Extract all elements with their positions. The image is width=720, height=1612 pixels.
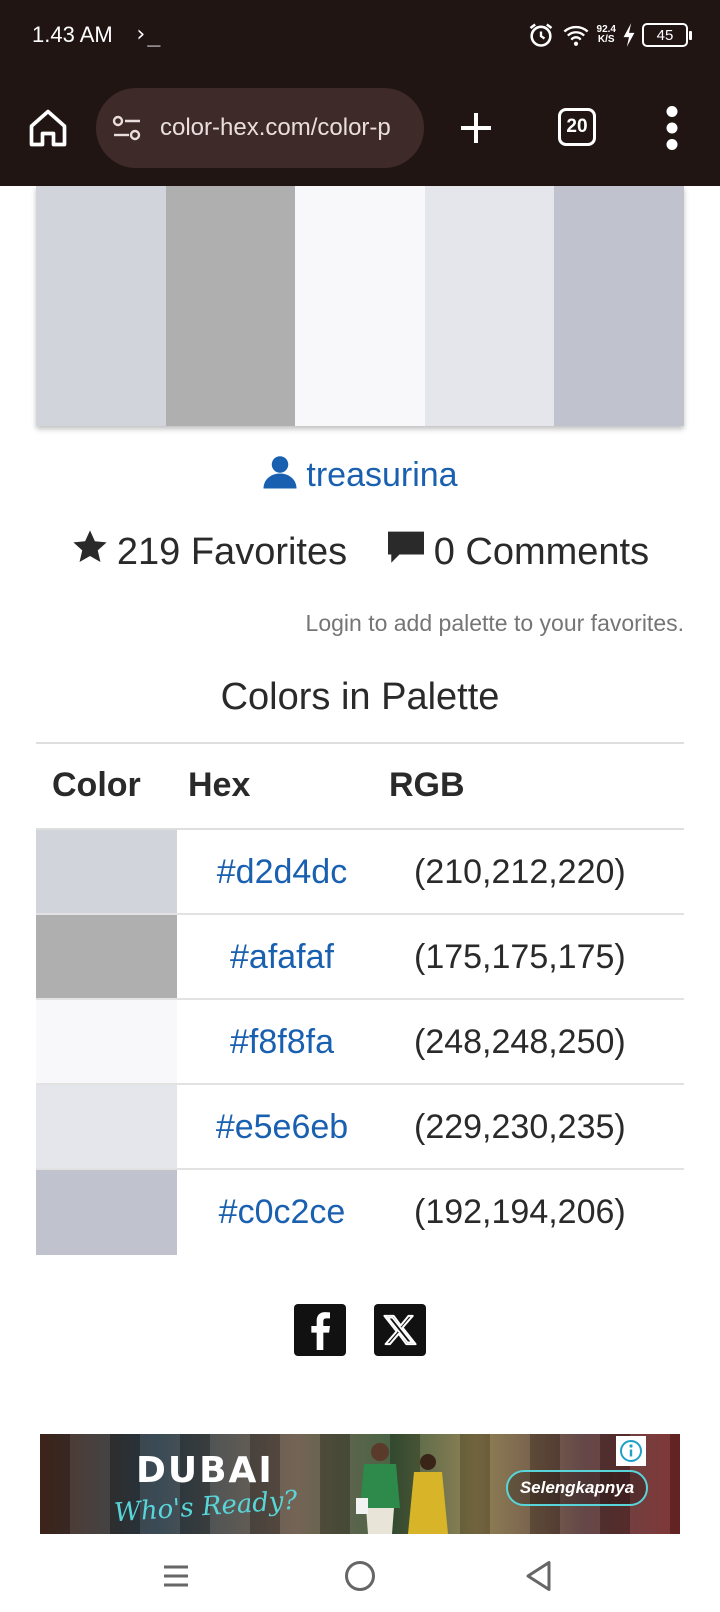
browser-chrome: 1.43 AM ›_ 92.4 K/S 45 color-hex.com/col… [0, 0, 720, 186]
author-name[interactable]: treasurina [306, 456, 457, 494]
ad-cta-button[interactable]: Selengkapnya [506, 1470, 648, 1506]
wifi-icon [563, 25, 588, 46]
url-text[interactable]: color-hex.com/color-p [160, 114, 414, 142]
home-icon[interactable] [26, 106, 70, 150]
palette-swatch[interactable] [424, 186, 555, 426]
user-icon [263, 456, 297, 489]
author-link[interactable]: treasurina [0, 454, 720, 495]
net-speed: 92.4 K/S [597, 25, 616, 45]
url-bar[interactable]: color-hex.com/color-p [96, 88, 424, 168]
facebook-icon [311, 1312, 330, 1350]
charging-icon [623, 23, 635, 47]
status-bar: 1.43 AM ›_ 92.4 K/S 45 [0, 0, 720, 72]
back-icon[interactable] [522, 1558, 558, 1594]
rgb-value: (192,194,206) [414, 1193, 626, 1231]
tab-switcher-button[interactable]: 20 [558, 108, 596, 146]
x-share-button[interactable] [374, 1304, 426, 1356]
login-note[interactable]: Login to add palette to your favorites. [306, 610, 684, 637]
palette-preview [36, 186, 684, 426]
colors-table: Color Hex RGB #d2d4dc (210,212,220) #afa… [36, 742, 684, 1255]
header-color: Color [52, 766, 141, 804]
status-time: 1.43 AM [32, 22, 113, 47]
table-row: #d2d4dc (210,212,220) [36, 830, 684, 915]
hex-link[interactable]: #afafaf [177, 915, 387, 998]
hex-link[interactable]: #e5e6eb [177, 1085, 387, 1168]
table-header: Color Hex RGB [36, 744, 684, 830]
x-icon [383, 1314, 417, 1346]
color-swatch-cell [36, 1170, 177, 1255]
palette-stats: 219 Favorites 0 Comments [0, 528, 720, 574]
header-rgb: RGB [389, 766, 465, 804]
favorites-count: 219 Favorites [71, 528, 347, 574]
table-row: #afafaf (175,175,175) [36, 915, 684, 1000]
table-row: #e5e6eb (229,230,235) [36, 1085, 684, 1170]
palette-swatch[interactable] [36, 186, 166, 426]
comments-label: 0 Comments [433, 531, 650, 573]
ad-banner[interactable]: DUBAI Who's Ready? Selengkapnya [40, 1434, 680, 1534]
favorites-label: 219 Favorites [116, 531, 348, 573]
new-tab-icon[interactable] [456, 106, 496, 150]
rgb-value: (175,175,175) [414, 938, 626, 976]
color-swatch-cell [36, 830, 177, 913]
battery-indicator: 45 [642, 23, 692, 47]
palette-swatch[interactable] [295, 186, 425, 426]
system-nav-bar [0, 1540, 720, 1612]
palette-swatch[interactable] [554, 186, 684, 426]
star-icon [73, 530, 107, 563]
section-title: Colors in Palette [220, 676, 500, 718]
recents-menu-icon[interactable] [158, 1558, 194, 1594]
alarm-icon [529, 23, 552, 47]
status-icons: 92.4 K/S 45 [527, 20, 692, 50]
rgb-value: (229,230,235) [414, 1108, 626, 1146]
hex-link[interactable]: #d2d4dc [177, 830, 387, 913]
terminal-icon: ›_ [134, 22, 161, 47]
table-row: #c0c2ce (192,194,206) [36, 1170, 684, 1255]
rgb-value: (210,212,220) [414, 853, 626, 891]
hex-link[interactable]: #c0c2ce [177, 1170, 387, 1255]
social-share [0, 1304, 720, 1356]
comment-icon [387, 531, 424, 563]
ad-info-icon[interactable] [616, 1436, 646, 1466]
home-nav-icon[interactable] [342, 1558, 378, 1594]
rgb-value: (248,248,250) [414, 1023, 626, 1061]
hex-link[interactable]: #f8f8fa [177, 1000, 387, 1083]
table-row: #f8f8fa (248,248,250) [36, 1000, 684, 1085]
ad-brand: DUBAI [136, 1450, 274, 1491]
more-menu-icon[interactable] [664, 106, 680, 150]
facebook-share-button[interactable] [294, 1304, 346, 1356]
site-settings-icon[interactable] [112, 114, 142, 142]
palette-swatch[interactable] [165, 186, 296, 426]
color-swatch-cell [36, 915, 177, 998]
comments-count: 0 Comments [386, 530, 649, 574]
color-swatch-cell [36, 1085, 177, 1168]
browser-toolbar: color-hex.com/color-p 20 [0, 86, 720, 170]
ad-people-image [356, 1443, 448, 1534]
net-speed-unit: K/S [597, 34, 615, 45]
color-swatch-cell [36, 1000, 177, 1083]
header-hex: Hex [188, 766, 251, 804]
